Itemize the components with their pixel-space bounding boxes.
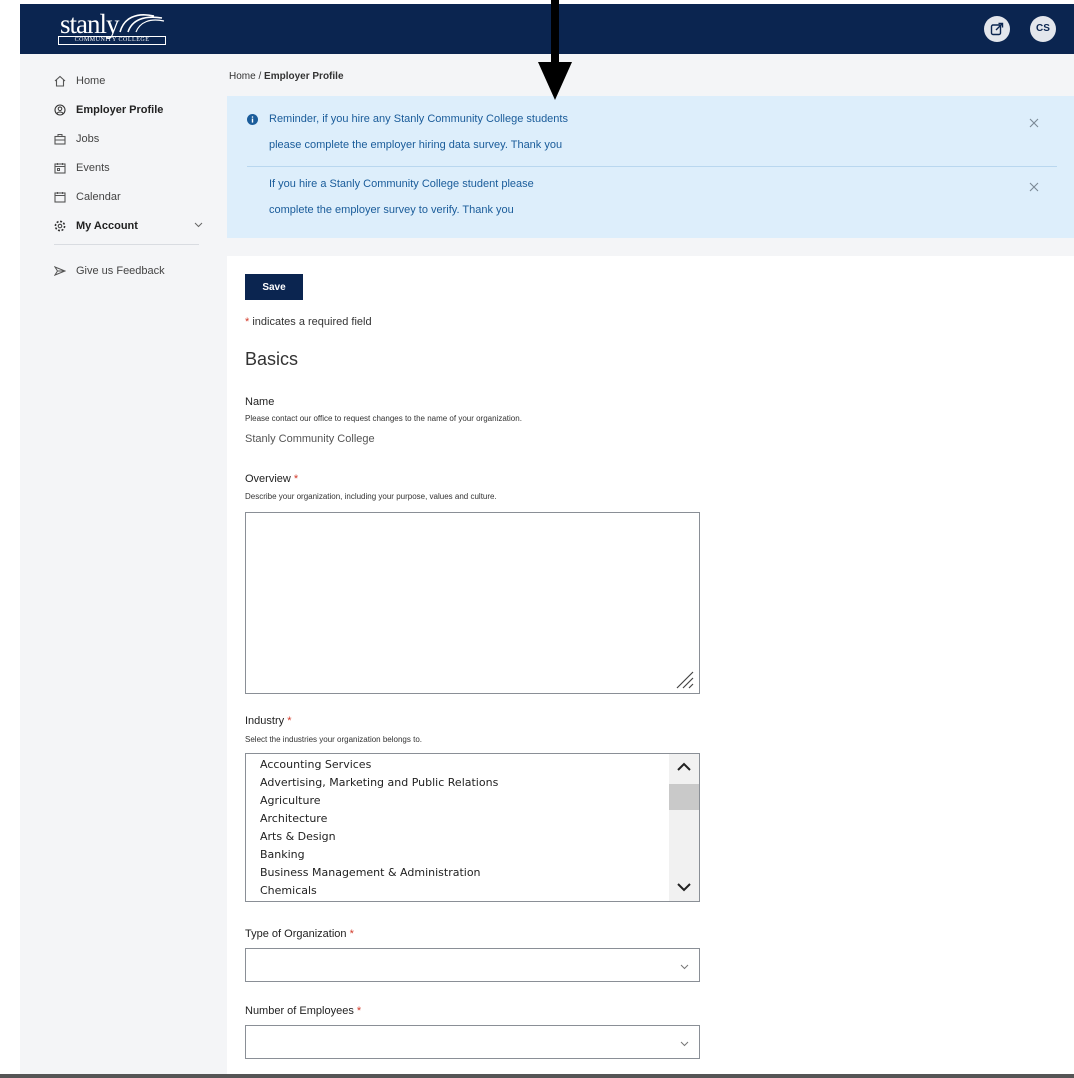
sidebar-item-label: My Account bbox=[76, 220, 138, 232]
listbox-scrollbar[interactable] bbox=[669, 754, 699, 901]
resize-grip-icon[interactable] bbox=[671, 666, 695, 690]
chevron-down-icon bbox=[680, 964, 689, 970]
employees-label: Number of Employees * bbox=[245, 1005, 362, 1017]
college-logo[interactable]: stanly COMMUNITY COLLEGE bbox=[58, 9, 166, 46]
industry-label: Industry * bbox=[245, 715, 292, 727]
sidebar-item-my-account[interactable]: My Account bbox=[54, 216, 204, 236]
overview-help: Describe your organization, including yo… bbox=[245, 492, 497, 501]
sidebar-item-label: Home bbox=[76, 75, 106, 87]
list-item[interactable]: Agriculture bbox=[260, 792, 321, 810]
org-type-select[interactable] bbox=[245, 948, 700, 982]
alert-1: Reminder, if you hire any Stanly Communi… bbox=[269, 106, 568, 158]
section-title-basics: Basics bbox=[245, 349, 299, 369]
listbox-scroll-thumb[interactable] bbox=[669, 784, 699, 810]
required-field-note: * indicates a required field bbox=[245, 316, 372, 328]
industry-listbox[interactable]: Accounting Services Advertising, Marketi… bbox=[245, 753, 700, 902]
app-frame: stanly COMMUNITY COLLEGE CS Home Employe… bbox=[20, 4, 1074, 1074]
sidebar-item-label: Give us Feedback bbox=[76, 265, 165, 277]
gear-icon bbox=[54, 220, 66, 232]
breadcrumb-current: Employer Profile bbox=[264, 71, 344, 82]
sidebar-item-events[interactable]: Events bbox=[54, 158, 110, 178]
alert-1-line2: please complete the employer hiring data… bbox=[269, 139, 563, 151]
sidebar-item-calendar[interactable]: Calendar bbox=[54, 187, 121, 207]
name-value: Stanly Community College bbox=[245, 433, 375, 445]
breadcrumb: Home / Employer Profile bbox=[229, 71, 344, 82]
overview-label: Overview * bbox=[245, 473, 299, 485]
alert-1-line1: Reminder, if you hire any Stanly Communi… bbox=[269, 113, 568, 125]
list-item[interactable]: Banking bbox=[260, 846, 305, 864]
sidebar: Home Employer Profile Jobs Events Calend… bbox=[20, 54, 220, 1074]
send-icon bbox=[54, 266, 66, 276]
chevron-down-icon[interactable] bbox=[676, 881, 692, 893]
chevron-down-icon bbox=[680, 1041, 689, 1047]
sidebar-item-feedback[interactable]: Give us Feedback bbox=[54, 261, 165, 281]
employees-select[interactable] bbox=[245, 1025, 700, 1059]
window-bottom-edge bbox=[0, 1074, 1074, 1078]
org-type-label: Type of Organization * bbox=[245, 928, 354, 940]
calendar-icon bbox=[54, 192, 66, 203]
breadcrumb-home[interactable]: Home bbox=[229, 71, 256, 82]
alert-panel: Reminder, if you hire any Stanly Communi… bbox=[227, 96, 1074, 238]
logo-subline: COMMUNITY COLLEGE bbox=[58, 36, 166, 45]
list-item[interactable]: Arts & Design bbox=[260, 828, 336, 846]
employer-profile-form: Save * indicates a required field Basics… bbox=[227, 256, 1074, 1074]
event-calendar-icon bbox=[54, 163, 66, 174]
annotation-arrow-icon bbox=[538, 0, 572, 100]
sidebar-item-label: Employer Profile bbox=[76, 104, 164, 116]
name-label: Name bbox=[245, 396, 275, 408]
list-item[interactable]: Accounting Services bbox=[260, 756, 371, 774]
alert-2: If you hire a Stanly Community College s… bbox=[269, 171, 534, 223]
close-icon[interactable] bbox=[1029, 182, 1039, 192]
list-item[interactable]: Chemicals bbox=[260, 882, 317, 900]
name-help: Please contact our office to request cha… bbox=[245, 414, 522, 423]
info-icon bbox=[247, 114, 258, 125]
sidebar-item-label: Events bbox=[76, 162, 110, 174]
list-item[interactable]: Architecture bbox=[260, 810, 327, 828]
industry-help: Select the industries your organization … bbox=[245, 735, 422, 744]
chevron-up-icon[interactable] bbox=[676, 761, 692, 773]
close-icon[interactable] bbox=[1029, 118, 1039, 128]
chevron-down-icon bbox=[194, 222, 203, 228]
external-link-button[interactable] bbox=[984, 16, 1010, 42]
external-link-icon bbox=[990, 22, 1004, 36]
overview-textarea[interactable] bbox=[245, 512, 700, 694]
sidebar-divider bbox=[54, 244, 199, 245]
breadcrumb-separator: / bbox=[258, 71, 262, 82]
logo-swoosh-icon bbox=[119, 14, 165, 33]
sidebar-item-home[interactable]: Home bbox=[54, 71, 105, 91]
alert-2-line1: If you hire a Stanly Community College s… bbox=[269, 178, 534, 190]
sidebar-item-label: Calendar bbox=[76, 191, 121, 203]
alert-divider bbox=[247, 166, 1057, 167]
alert-2-line2: complete the employer survey to verify. … bbox=[269, 204, 514, 216]
sidebar-item-jobs[interactable]: Jobs bbox=[54, 129, 99, 149]
briefcase-icon bbox=[54, 134, 66, 145]
list-item[interactable]: Advertising, Marketing and Public Relati… bbox=[260, 774, 498, 792]
list-item[interactable]: Business Management & Administration bbox=[260, 864, 481, 882]
home-icon bbox=[54, 75, 66, 87]
user-avatar[interactable]: CS bbox=[1030, 16, 1056, 42]
profile-icon bbox=[54, 104, 66, 116]
sidebar-item-label: Jobs bbox=[76, 133, 100, 145]
save-button[interactable]: Save bbox=[245, 274, 303, 300]
sidebar-item-employer-profile[interactable]: Employer Profile bbox=[54, 100, 163, 120]
